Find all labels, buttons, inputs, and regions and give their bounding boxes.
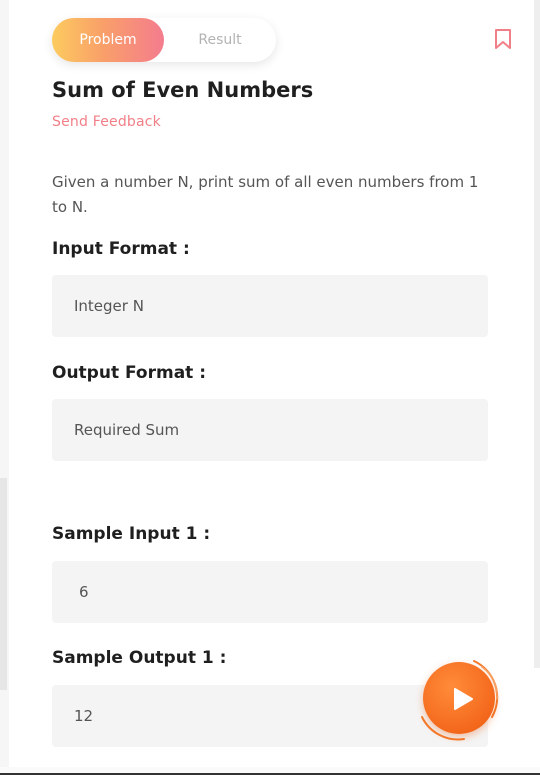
run-button[interactable]	[412, 655, 502, 743]
sample-output-label: Sample Output 1 :	[52, 648, 227, 668]
output-format-label: Output Format :	[52, 363, 207, 383]
tab-result-label: Result	[198, 32, 242, 48]
sample-input-box: 6	[52, 561, 488, 623]
input-format-box: Integer N	[52, 275, 488, 337]
sample-input-label: Sample Input 1 :	[52, 524, 211, 544]
sample-input-value: 6	[79, 583, 89, 601]
tab-problem[interactable]: Problem	[52, 18, 164, 62]
play-icon	[454, 688, 473, 710]
tab-problem-label: Problem	[79, 32, 137, 48]
right-scrollbar[interactable]	[534, 0, 540, 668]
input-format-label: Input Format :	[52, 239, 190, 259]
problem-title: Sum of Even Numbers	[52, 78, 314, 102]
send-feedback-link[interactable]: Send Feedback	[52, 114, 161, 130]
left-scroll-shadow	[0, 478, 7, 690]
output-format-box: Required Sum	[52, 399, 488, 461]
sample-output-value: 12	[74, 707, 94, 725]
tab-result[interactable]: Result	[164, 18, 276, 62]
input-format-value: Integer N	[74, 297, 144, 315]
problem-description: Given a number N, print sum of all even …	[52, 173, 479, 216]
problem-page: Problem Result Sum of Even Numbers Send …	[0, 0, 540, 775]
tab-switcher: Problem Result	[52, 18, 276, 62]
bookmark-icon[interactable]	[494, 28, 512, 50]
output-format-value: Required Sum	[74, 421, 180, 439]
